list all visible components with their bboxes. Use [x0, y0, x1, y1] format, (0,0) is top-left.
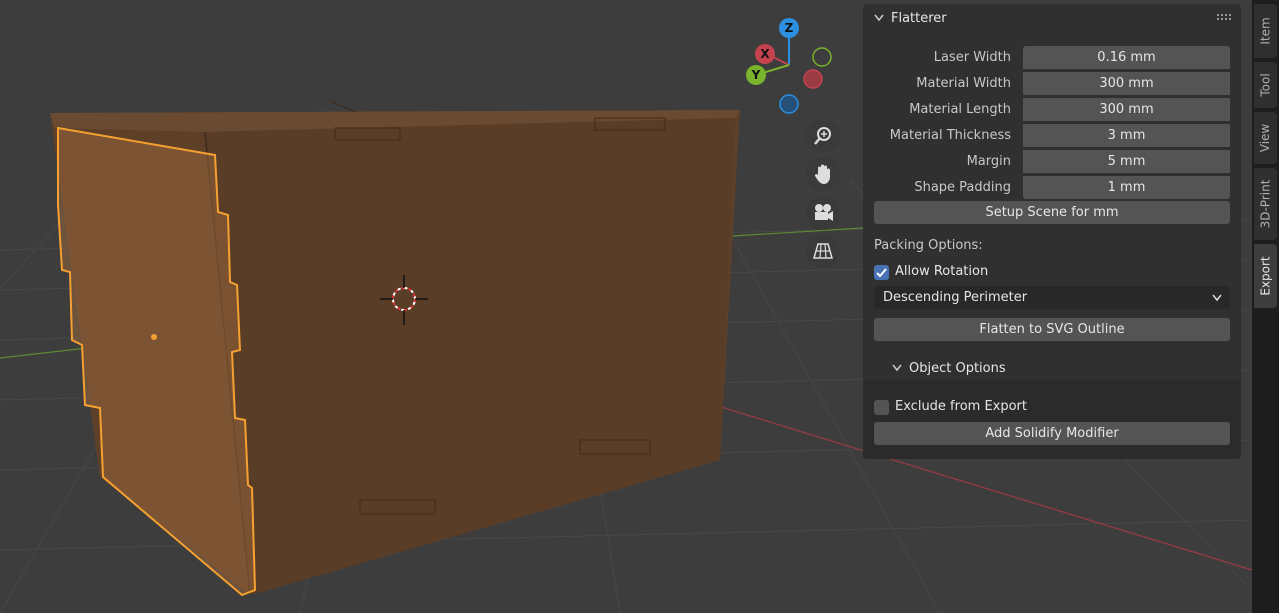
tab-view[interactable]: View: [1254, 112, 1277, 164]
tab-tool[interactable]: Tool: [1254, 62, 1277, 108]
exclude-export-checkbox[interactable]: [874, 400, 889, 415]
add-solidify-button[interactable]: Add Solidify Modifier: [874, 422, 1230, 445]
material-length-label: Material Length: [909, 102, 1011, 117]
pan-button[interactable]: [806, 157, 840, 191]
panel-title: Flatterer: [891, 11, 947, 26]
exclude-export-label[interactable]: Exclude from Export: [895, 399, 1027, 414]
material-width-label: Material Width: [916, 76, 1011, 91]
shape-padding-field[interactable]: 1 mm: [1023, 176, 1230, 199]
shape-padding-row: Shape Padding 1 mm: [863, 176, 1241, 200]
drag-handle-icon[interactable]: [1217, 14, 1231, 22]
material-length-row: Material Length 300 mm: [863, 98, 1241, 122]
sort-order-dropdown[interactable]: Descending Perimeter: [874, 286, 1230, 309]
x-axis-button[interactable]: X: [755, 44, 775, 64]
camera-icon: [815, 204, 833, 221]
sort-order-value: Descending Perimeter: [883, 290, 1028, 305]
laser-width-label: Laser Width: [933, 50, 1011, 65]
tab-item-label: Item: [1258, 17, 1273, 45]
tab-tool-label: Tool: [1258, 73, 1273, 97]
tab-export-label: Export: [1258, 256, 1273, 296]
perspective-toggle-button[interactable]: [806, 234, 840, 268]
sidebar-tabs: Item Tool View 3D-Print Export: [1252, 0, 1279, 613]
tab-3d-print-label: 3D-Print: [1258, 179, 1273, 229]
margin-label: Margin: [966, 154, 1011, 169]
object-options-title: Object Options: [909, 361, 1006, 376]
tab-view-label: View: [1258, 123, 1273, 153]
chevron-down-icon: [892, 364, 902, 372]
origin-dot: [151, 334, 157, 340]
material-thickness-row: Material Thickness 3 mm: [863, 124, 1241, 148]
panel-header[interactable]: Flatterer: [863, 4, 1241, 34]
margin-row: Margin 5 mm: [863, 150, 1241, 174]
z-axis-button[interactable]: Z: [779, 18, 799, 38]
hand-icon: [814, 164, 830, 184]
zoom-button[interactable]: [806, 119, 840, 153]
chevron-down-icon: [1212, 294, 1222, 302]
y-axis-label: Y: [751, 68, 761, 82]
allow-rotation-checkbox[interactable]: [874, 265, 889, 280]
material-thickness-field[interactable]: 3 mm: [1023, 124, 1230, 147]
object-options-body: Exclude from Export Add Solidify Modifie…: [863, 380, 1241, 459]
zoom-icon: [814, 127, 831, 145]
material-thickness-label: Material Thickness: [889, 128, 1011, 143]
margin-field[interactable]: 5 mm: [1023, 150, 1230, 173]
flatterer-panel: Flatterer Laser Width 0.16 mm Material W…: [863, 4, 1241, 459]
packing-options-label: Packing Options:: [874, 238, 983, 253]
material-width-row: Material Width 300 mm: [863, 72, 1241, 96]
tab-export[interactable]: Export: [1254, 244, 1277, 308]
neg-y-axis-icon: [812, 47, 832, 67]
laser-width-field[interactable]: 0.16 mm: [1023, 46, 1230, 69]
camera-view-button[interactable]: [806, 196, 840, 230]
laser-width-row: Laser Width 0.16 mm: [863, 46, 1241, 70]
x-axis-label: X: [760, 47, 770, 61]
checkmark-icon: [876, 268, 887, 278]
grid-icon: [813, 243, 833, 259]
y-axis-button[interactable]: Y: [746, 65, 766, 85]
tab-item[interactable]: Item: [1254, 4, 1277, 58]
neg-z-axis-icon: [779, 94, 799, 114]
chevron-down-icon: [874, 14, 884, 22]
allow-rotation-label[interactable]: Allow Rotation: [895, 264, 988, 279]
shape-padding-label: Shape Padding: [914, 180, 1011, 195]
setup-scene-button[interactable]: Setup Scene for mm: [874, 201, 1230, 224]
neg-x-axis-icon: [803, 69, 823, 89]
object-options-header[interactable]: Object Options: [863, 356, 1241, 380]
tab-3d-print[interactable]: 3D-Print: [1254, 168, 1277, 240]
material-width-field[interactable]: 300 mm: [1023, 72, 1230, 95]
z-axis-label: Z: [784, 21, 794, 35]
material-length-field[interactable]: 300 mm: [1023, 98, 1230, 121]
flatten-svg-button[interactable]: Flatten to SVG Outline: [874, 318, 1230, 341]
